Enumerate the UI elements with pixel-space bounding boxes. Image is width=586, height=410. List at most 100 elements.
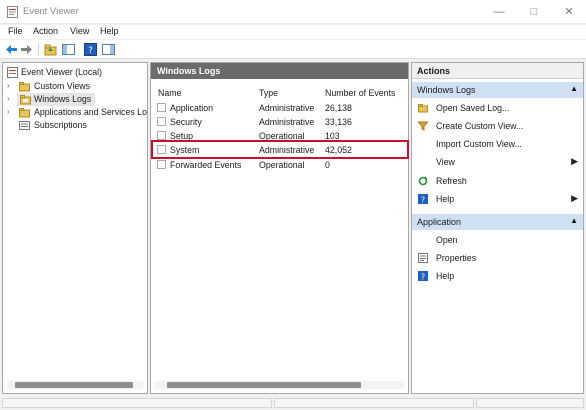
tree-horizontal-scrollbar[interactable]	[7, 381, 143, 389]
collapse-arrow-icon[interactable]: ▲	[570, 84, 578, 93]
row-name: Forwarded Events	[170, 160, 242, 170]
actions-title: Actions	[412, 63, 583, 79]
show-hide-tree-icon[interactable]	[62, 43, 75, 56]
collapse-arrow-icon[interactable]: ▲	[570, 216, 578, 225]
column-header-name[interactable]: Name	[158, 88, 181, 98]
section-label: Windows Logs	[417, 85, 476, 95]
action-open[interactable]: Open	[412, 232, 583, 248]
svg-text:?: ?	[421, 195, 425, 204]
status-segment	[274, 398, 474, 408]
row-type: Administrative	[259, 117, 315, 127]
logs-list-pane: Windows Logs Name Type Number of Events …	[150, 62, 409, 394]
open-folder-icon	[418, 104, 428, 113]
action-help-application[interactable]: ? Help	[412, 268, 583, 284]
column-header-type[interactable]: Type	[259, 88, 278, 98]
svg-text:?: ?	[88, 46, 93, 56]
action-open-saved-log[interactable]: Open Saved Log...	[412, 100, 583, 116]
show-hide-action-pane-icon[interactable]	[102, 43, 115, 56]
folder-icon	[19, 108, 30, 118]
tree-item-applications-and-services-logs[interactable]: › Applications and Services Logs	[3, 106, 147, 119]
svg-text:?: ?	[421, 272, 425, 281]
folder-up-icon[interactable]	[44, 43, 57, 56]
action-help[interactable]: ? Help ▶	[412, 191, 583, 207]
action-import-custom-view[interactable]: Import Custom View...	[412, 136, 583, 152]
scrollbar-thumb[interactable]	[15, 382, 133, 388]
filter-icon	[418, 121, 428, 131]
tree-label: Event Viewer (Local)	[21, 67, 103, 77]
title-bar: Event Viewer — □ ✕	[0, 0, 586, 24]
status-segment	[2, 398, 272, 408]
back-arrow-icon[interactable]	[5, 43, 18, 56]
help-icon: ?	[418, 271, 428, 281]
action-label: Import Custom View...	[436, 139, 522, 149]
action-create-custom-view[interactable]: Create Custom View...	[412, 118, 583, 134]
chevron-right-icon[interactable]: ›	[7, 81, 15, 90]
action-label: Open Saved Log...	[436, 103, 510, 113]
section-label: Application	[417, 217, 462, 227]
action-label: View	[436, 157, 455, 167]
action-label: Open	[436, 235, 458, 245]
minimize-button[interactable]: —	[482, 0, 516, 24]
action-refresh[interactable]: Refresh	[412, 173, 583, 189]
action-label: Refresh	[436, 176, 467, 186]
table-row[interactable]: Forwarded Events Operational 0	[151, 158, 408, 172]
actions-pane: Actions Windows Logs ▲ Open Saved Log...…	[411, 62, 584, 394]
help-icon[interactable]: ?	[84, 43, 97, 56]
submenu-arrow-icon: ▶	[571, 193, 578, 203]
tree-label: Applications and Services Logs	[34, 107, 147, 117]
maximize-icon: □	[530, 6, 538, 18]
console-tree: Event Viewer (Local) › Custom Views Wind…	[2, 62, 148, 394]
table-row[interactable]: Application Administrative 26,138	[151, 101, 408, 115]
row-name: Application	[170, 103, 214, 113]
row-count: 26,138	[325, 103, 352, 113]
chevron-right-icon[interactable]: ›	[7, 94, 10, 103]
menu-bar: File Action View Help	[0, 25, 586, 39]
menu-action[interactable]: Action	[33, 26, 58, 36]
scrollbar-thumb[interactable]	[167, 382, 361, 388]
action-label: Properties	[436, 253, 477, 263]
refresh-icon	[418, 176, 428, 186]
event-viewer-icon	[7, 6, 18, 18]
log-icon	[157, 103, 166, 112]
close-button[interactable]: ✕	[552, 0, 586, 24]
actions-section-windows-logs[interactable]: Windows Logs ▲	[412, 82, 583, 98]
tree-label: Custom Views	[34, 81, 91, 91]
row-count: 33,136	[325, 117, 352, 127]
properties-icon	[418, 253, 428, 263]
forward-arrow-icon[interactable]	[20, 43, 33, 56]
action-label: Help	[436, 194, 455, 204]
action-label: Help	[436, 271, 455, 281]
tree-label: Subscriptions	[34, 120, 87, 130]
toolbar: ?	[0, 40, 586, 59]
highlight-box	[151, 140, 409, 159]
actions-section-application[interactable]: Application ▲	[412, 214, 583, 230]
pane-header: Windows Logs	[151, 63, 408, 79]
window-title: Event Viewer	[23, 6, 79, 17]
action-label: Create Custom View...	[436, 121, 524, 131]
maximize-button[interactable]: □	[517, 0, 551, 24]
table-row[interactable]: Security Administrative 33,136	[151, 115, 408, 129]
list-horizontal-scrollbar[interactable]	[155, 381, 404, 389]
chevron-right-icon[interactable]: ›	[7, 107, 15, 116]
tree-item-event-viewer-local[interactable]: Event Viewer (Local)	[3, 66, 147, 79]
row-count: 0	[325, 160, 330, 170]
menu-file[interactable]: File	[8, 26, 23, 36]
folder-icon	[19, 82, 30, 92]
submenu-arrow-icon: ▶	[571, 156, 578, 166]
tree-item-subscriptions[interactable]: Subscriptions	[3, 119, 147, 132]
minimize-icon: —	[493, 6, 505, 18]
close-icon: ✕	[564, 6, 574, 18]
action-properties[interactable]: Properties	[412, 250, 583, 266]
event-viewer-icon	[7, 67, 18, 78]
row-type: Operational	[259, 160, 305, 170]
tree-item-custom-views[interactable]: › Custom Views	[3, 80, 147, 93]
tree-item-windows-logs[interactable]: Windows Logs	[17, 93, 95, 106]
log-icon	[157, 117, 166, 126]
action-view[interactable]: View ▶	[412, 154, 583, 170]
row-name: Security	[170, 117, 202, 127]
menu-help[interactable]: Help	[100, 26, 119, 36]
tree-label: Windows Logs	[34, 94, 92, 104]
column-header-number-of-events[interactable]: Number of Events	[325, 88, 395, 98]
help-icon: ?	[418, 194, 428, 204]
menu-view[interactable]: View	[70, 26, 89, 36]
